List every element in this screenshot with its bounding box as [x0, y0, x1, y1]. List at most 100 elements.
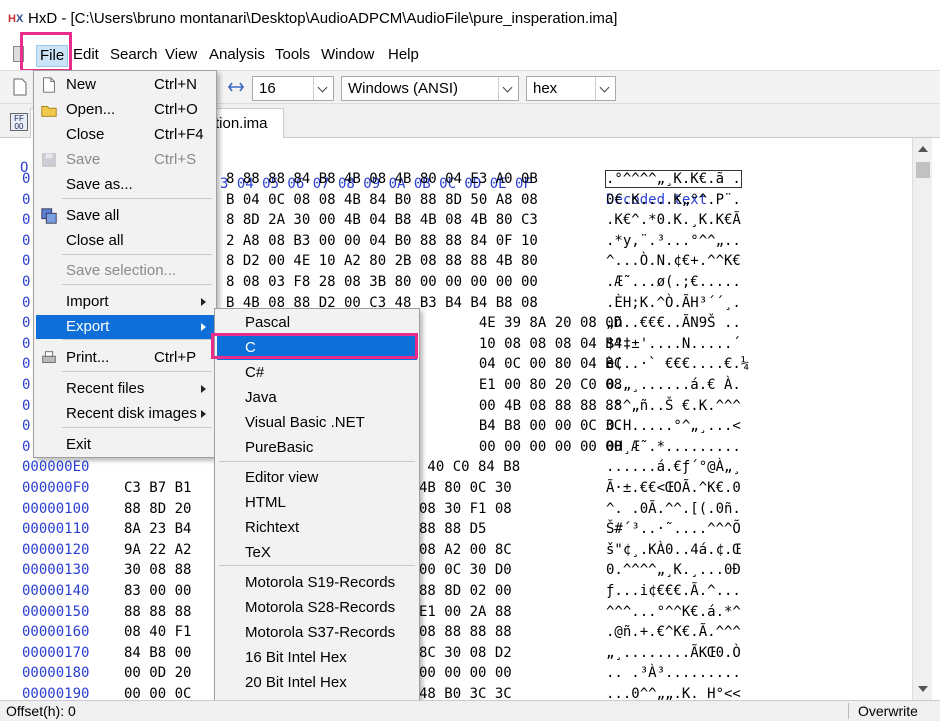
- chevron-down-icon[interactable]: [313, 77, 333, 100]
- row-decoded-text[interactable]: „¸........ÃKŒ0.Ò: [606, 645, 741, 661]
- row-decoded-text[interactable]: 0.„¸......á.€ À.: [606, 377, 741, 393]
- printer-icon: [42, 351, 56, 363]
- row-decoded-text[interactable]: .°^^^^„¸K.K€.ã .: [605, 170, 742, 188]
- menu-window[interactable]: Window: [318, 45, 377, 67]
- row-decoded-text[interactable]: è(..·` €€€....€.¼: [606, 356, 749, 372]
- row-decoded-text[interactable]: O.H.....°^„¸...<: [606, 418, 741, 434]
- row-bytes[interactable]: 8 88 88 84 B8 4B 08 4B 80 04 E3 A0 0B: [226, 171, 538, 187]
- menu-search[interactable]: Search: [107, 45, 161, 67]
- row-decoded-text[interactable]: .ÈH;K.^Ò.ÃH³´´¸.: [606, 295, 741, 311]
- row-decoded-text[interactable]: ƒ...i¢€€€.Ã.^...: [606, 583, 741, 599]
- row-offset: 0: [22, 356, 31, 373]
- row-decoded-text[interactable]: Ã·±.€€<ŒOÃ.^K€.0: [606, 480, 741, 496]
- chevron-down-icon[interactable]: [595, 77, 615, 100]
- menu-help[interactable]: Help: [385, 45, 422, 67]
- menu-separator: [62, 339, 212, 340]
- export-item-motorola-s37-records[interactable]: Motorola S37-Records: [217, 621, 417, 645]
- export-item-pascal[interactable]: Pascal: [217, 311, 417, 335]
- hex-header: O 3 04 05 06 07 08 09 0A 0B 0C 0D 0E 0F …: [0, 144, 707, 208]
- export-item-purebasic[interactable]: PureBasic: [217, 436, 417, 460]
- menu-item-label: Exit: [66, 436, 92, 453]
- menu-item-label: Save selection...: [66, 262, 177, 279]
- row-decoded-text[interactable]: 0€.K....K„°^.P¨.: [606, 192, 741, 208]
- row-decoded-text[interactable]: 0H¸Æ˜.*.........: [606, 439, 741, 455]
- file-menu-item-recent-files[interactable]: Recent files: [36, 377, 214, 401]
- row-offset: 00000150: [22, 603, 90, 620]
- file-menu-item-import[interactable]: Import: [36, 290, 214, 314]
- menu-item-label: Recent disk images: [66, 405, 197, 422]
- menu-tools[interactable]: Tools: [272, 45, 313, 67]
- save-icon: [42, 153, 56, 167]
- row-decoded-text[interactable]: ^^^...°^^K€.á.*^: [606, 604, 741, 620]
- row-decoded-text[interactable]: ......á.€ƒ´°@À„¸: [606, 459, 741, 475]
- export-item-richtext[interactable]: Richtext: [217, 516, 417, 540]
- file-menu-item-save: Save Ctrl+S: [36, 148, 214, 172]
- menu-edit[interactable]: Edit: [70, 45, 102, 67]
- row-decoded-text[interactable]: .°^„ñ..Š €.K.^^^: [606, 398, 741, 414]
- vertical-scrollbar[interactable]: [912, 138, 932, 700]
- export-item-16-bit-intel-hex[interactable]: 16 Bit Intel Hex: [217, 646, 417, 670]
- menu-item-label: Export: [66, 318, 110, 335]
- row-bytes[interactable]: 8 08 03 F8 28 08 3B 80 00 00 00 00 00: [226, 274, 538, 290]
- file-menu-item-new[interactable]: New Ctrl+N: [36, 73, 214, 97]
- row-bytes[interactable]: 8 8D 2A 30 00 4B 04 B8 4B 08 4B 80 C3: [226, 212, 538, 228]
- export-item-csharp[interactable]: C#: [217, 361, 417, 385]
- file-menu-item-open[interactable]: Open... Ctrl+O: [36, 98, 214, 122]
- menu-item-label: Save: [66, 151, 101, 168]
- row-decoded-text[interactable]: $º‡±'....N.....´: [606, 336, 741, 352]
- row-offset: 0: [22, 377, 31, 393]
- row-decoded-text[interactable]: .K€^.*0.K.¸K.K€Ã: [606, 212, 741, 228]
- export-item-visual-basic-net[interactable]: Visual Basic .NET: [217, 411, 417, 435]
- row-decoded-text[interactable]: .. .³À³.........: [606, 665, 741, 681]
- row-decoded-text[interactable]: .Æ˜...ø(.;€.....: [606, 274, 741, 290]
- display-mode-select[interactable]: hex: [526, 76, 616, 101]
- row-decoded-text[interactable]: „ñ..€€€..ÃN9Š ..: [606, 315, 741, 331]
- status-divider: [848, 703, 849, 719]
- menu-separator: [62, 371, 212, 372]
- menu-analysis[interactable]: Analysis: [206, 45, 268, 67]
- export-item-c[interactable]: C: [217, 336, 417, 360]
- title-bar: HX HxD - [C:\Users\bruno montanari\Deskt…: [0, 0, 940, 38]
- row-offset: 0: [22, 418, 31, 435]
- export-item-20-bit-intel-hex[interactable]: 20 Bit Intel Hex: [217, 671, 417, 695]
- file-menu-item-print[interactable]: Print... Ctrl+P: [36, 346, 214, 370]
- menu-item-label: Save all: [66, 207, 120, 224]
- new-file-icon[interactable]: [10, 77, 30, 97]
- row-decoded-text[interactable]: š"¢¸.KÀ0..4á.¢.Œ: [606, 542, 741, 558]
- file-menu-item-close[interactable]: Close Ctrl+F4: [36, 123, 214, 147]
- export-item-label: HTML: [245, 494, 286, 511]
- export-item-html[interactable]: HTML: [217, 491, 417, 515]
- scroll-thumb[interactable]: [916, 162, 930, 178]
- bytes-per-row-select[interactable]: 16: [252, 76, 334, 101]
- export-item-motorola-s19-records[interactable]: Motorola S19-Records: [217, 571, 417, 595]
- export-item-java[interactable]: Java: [217, 386, 417, 410]
- row-decoded-text[interactable]: Š#´³..·˜....^^^Õ: [606, 521, 741, 537]
- file-menu-item-exit[interactable]: Exit: [36, 433, 214, 457]
- status-mode[interactable]: Overwrite: [858, 701, 918, 721]
- row-bytes[interactable]: 8 D2 00 4E 10 A2 80 2B 08 88 88 4B 80: [226, 253, 538, 269]
- row-decoded-text[interactable]: ^. .0Ã.^^.[(.0ñ.: [606, 501, 741, 517]
- export-item-motorola-s28-records[interactable]: Motorola S28-Records: [217, 596, 417, 620]
- row-decoded-text[interactable]: ...0^^„„.K. H°<<: [606, 686, 741, 700]
- file-menu-item-save-all[interactable]: Save all: [36, 204, 214, 228]
- row-decoded-text[interactable]: 0.^^^^„¸K.¸...0Ð: [606, 562, 741, 578]
- export-item-tex[interactable]: TeX: [217, 541, 417, 565]
- export-item-editor-view[interactable]: Editor view: [217, 466, 417, 490]
- scroll-up-icon[interactable]: [918, 146, 928, 152]
- menu-file[interactable]: File: [36, 45, 69, 67]
- file-menu-item-export[interactable]: Export: [36, 315, 214, 339]
- row-bytes[interactable]: B 04 0C 08 08 4B 84 B0 88 8D 50 A8 08: [226, 192, 538, 208]
- row-bytes[interactable]: 2 A8 08 B3 00 00 04 B0 88 88 84 0F 10: [226, 233, 538, 249]
- row-offset: 0: [22, 335, 31, 352]
- file-menu-item-save-as[interactable]: Save as...: [36, 173, 214, 197]
- charset-select[interactable]: Windows (ANSI): [341, 76, 519, 101]
- menu-view[interactable]: View: [162, 45, 200, 67]
- scroll-down-icon[interactable]: [918, 686, 928, 692]
- file-menu-item-recent-disk-images[interactable]: Recent disk images: [36, 402, 214, 426]
- export-item-label: Motorola S28-Records: [245, 599, 396, 616]
- row-decoded-text[interactable]: .*y,¨.³...°^^„..: [606, 233, 741, 249]
- file-menu-item-close-all[interactable]: Close all: [36, 229, 214, 253]
- chevron-down-icon[interactable]: [498, 77, 518, 100]
- row-decoded-text[interactable]: .@ñ.+.€^K€.Ã.^^^: [606, 624, 741, 640]
- row-decoded-text[interactable]: ^...Ò.N.¢€+.^^K€: [606, 253, 741, 269]
